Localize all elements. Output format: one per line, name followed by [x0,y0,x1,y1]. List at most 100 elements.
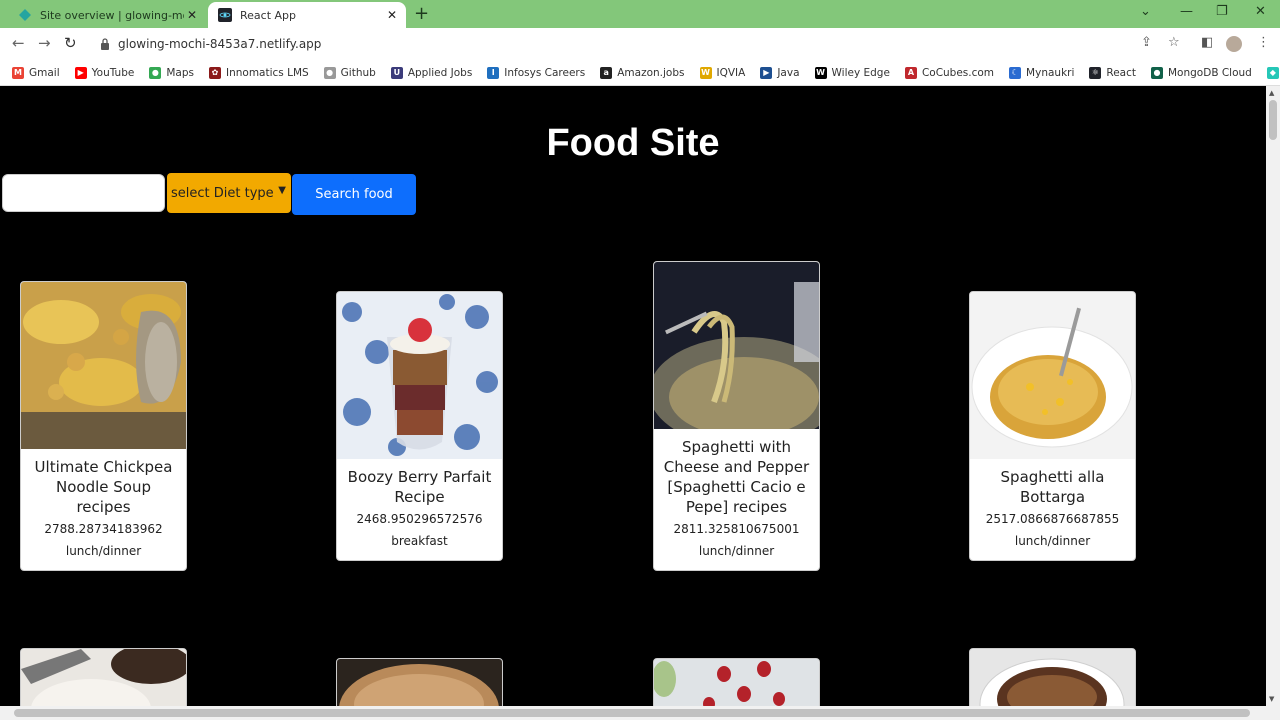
recipe-card[interactable]: Boozy Berry Parfait Recipe 2468.95029657… [336,291,503,561]
recipe-calories: 2811.325810675001 [673,522,800,536]
reload-icon[interactable]: ↻ [64,34,77,52]
bookmark-github[interactable]: ● Github [323,66,376,79]
netlify-icon [18,8,32,22]
chickpea-soup-image [21,282,186,449]
bookmark-label: Amazon.jobs [617,66,685,79]
close-window-icon[interactable]: ✕ [1255,4,1266,19]
recipe-name: Ultimate Chickpea Noodle Soup recipes [34,458,173,516]
new-tab-plus-icon[interactable]: + [414,3,429,24]
recipe-name: Spaghetti alla Bottarga [1000,468,1105,506]
avatar[interactable] [1226,36,1242,52]
recipe-card[interactable]: Spaghetti with Cheese and Pepper [Spaghe… [653,261,820,571]
recipe-meal-type: breakfast [391,534,448,548]
bookmark-label: Github [340,66,376,79]
close-icon[interactable]: ✕ [384,8,400,22]
bookmark-maps[interactable]: ● Maps [149,66,194,79]
recipe-calories: 2517.0866876687855 [985,512,1120,526]
recipe-card[interactable]: Spaghetti alla Bottarga 2517.08668766878… [969,291,1136,561]
back-arrow-icon[interactable]: ← [12,34,25,52]
bookmark-favicon-icon: a [600,66,613,79]
recipe-name: Spaghetti with Cheese and Pepper [Spaghe… [663,438,810,516]
browser-tab-strip: Site overview | glowing-mochi-8453a7 ✕ R… [0,0,1280,28]
bookmark-cocubes-com[interactable]: A CoCubes.com [904,66,995,79]
scroll-up-icon[interactable]: ▲ [1269,89,1274,97]
recipe-meal-type: lunch/dinner [65,544,142,558]
page-viewport: Food Site select Diet type ▼ Search food… [0,86,1266,706]
bookmark-label: CoCubes.com [921,66,995,79]
bookmark-favicon-icon: ● [1151,66,1163,79]
scroll-down-icon[interactable]: ▼ [1269,695,1274,703]
address-toolbar: ← → ↻ glowing-mochi-8453a7.netlify.app ⇪… [0,28,1280,60]
bookmark-label: Mynaukri [1026,66,1075,79]
bookmark-favicon-icon: ✿ [208,66,221,79]
chevron-down-icon[interactable]: ⌄ [1140,4,1151,19]
bookmark-label: Infosys Careers [504,66,586,79]
bookmark-favicon-icon: I [487,66,500,79]
minimize-icon[interactable]: — [1180,4,1193,19]
recipe-image [654,659,819,706]
bookmark-netlify[interactable]: ◆Netlify [1266,66,1280,79]
url-text: glowing-mochi-8453a7.netlify.app [118,37,322,51]
lock-icon [101,38,109,50]
bookmarks-bar: M Gmail ▶ YouTube ● Maps ✿ Innomatics LMS ● Githu… [0,60,1280,86]
url-bar[interactable]: glowing-mochi-8453a7.netlify.app [90,32,1190,56]
recipe-name: Boozy Berry Parfait Recipe [347,468,492,506]
bookmark-innomatics-lms[interactable]: ✿ Innomatics LMS [208,66,309,79]
tab-site-overview[interactable]: Site overview | glowing-mochi-8453a7 ✕ [8,2,206,28]
bookmark-favicon-icon: ● [149,66,162,79]
scrollbar-thumb[interactable] [14,709,1250,717]
berry-parfait-image [337,292,502,459]
diet-type-select[interactable]: select Diet type ▼ [167,173,291,213]
bookmark-infosys-careers[interactable]: I Infosys Careers [487,66,586,79]
bookmark-label: MongoDB Cloud [1168,66,1252,79]
bookmark-label: Wiley Edge [831,66,890,79]
kebab-menu-icon[interactable]: ⋮ [1257,35,1270,50]
scrollbar-thumb[interactable] [1269,100,1277,140]
tab-title: React App [240,8,297,22]
bookmark-java[interactable]: ▶ Java [760,66,800,79]
bookmark-applied-jobs[interactable]: U Applied Jobs [390,66,472,79]
vertical-scrollbar[interactable]: ▲ ▼ [1266,86,1280,706]
bookmark-favicon-icon: ▶ [760,66,773,79]
close-icon[interactable]: ✕ [184,8,200,22]
bookmark-mongodb-cloud[interactable]: ● MongoDB Cloud [1151,66,1252,79]
bookmark-gmail[interactable]: M Gmail [12,66,60,79]
recipe-card[interactable] [653,658,820,706]
recipe-calories: 2468.950296572576 [356,512,483,526]
search-food-button[interactable]: Search food [292,174,416,215]
recipe-card[interactable]: Ultimate Chickpea Noodle Soup recipes 27… [20,281,187,571]
bookmark-favicon-icon: ◆ [1266,66,1279,79]
recipe-image [337,659,502,706]
bookmark-favicon-icon: ● [323,66,336,79]
bookmark-favicon-icon: W [814,66,827,79]
recipe-card[interactable] [969,648,1136,706]
restore-icon[interactable]: ❐ [1216,4,1228,19]
bookmark-wiley-edge[interactable]: W Wiley Edge [814,66,890,79]
bookmark-iqvia[interactable]: W IQVIA [699,66,745,79]
chevron-down-icon: ▼ [278,185,286,196]
bookmark-youtube[interactable]: ▶ YouTube [74,66,134,79]
recipe-card[interactable] [20,648,187,706]
share-icon[interactable]: ⇪ [1141,35,1152,50]
bookmark-mynaukri[interactable]: ☾ Mynaukri [1009,66,1075,79]
tab-react-app[interactable]: React App ✕ [208,2,406,28]
horizontal-scrollbar[interactable] [0,706,1280,720]
bookmark-label: Java [777,66,800,79]
bookmark-favicon-icon: M [12,66,24,79]
bookmark-favicon-icon: ▶ [74,66,87,79]
bookmark-favicon-icon: ⚛ [1089,66,1102,79]
bookmark-label: React [1106,66,1136,79]
bookmark-favicon-icon: U [390,66,403,79]
bookmark-react[interactable]: ⚛ React [1089,66,1136,79]
bookmark-label: Maps [166,66,194,79]
forward-arrow-icon[interactable]: → [38,34,51,52]
recipe-card[interactable] [336,658,503,706]
bookmark-label: Gmail [29,66,60,79]
star-icon[interactable]: ☆ [1168,35,1180,50]
bookmark-favicon-icon: A [904,66,917,79]
bookmark-amazon-jobs[interactable]: a Amazon.jobs [600,66,685,79]
side-panel-icon[interactable]: ◧ [1201,35,1213,50]
diet-select-value: select Diet type [171,185,274,201]
search-input[interactable] [2,174,165,212]
tab-title: Site overview | glowing-mochi-8453a7 [40,8,184,22]
